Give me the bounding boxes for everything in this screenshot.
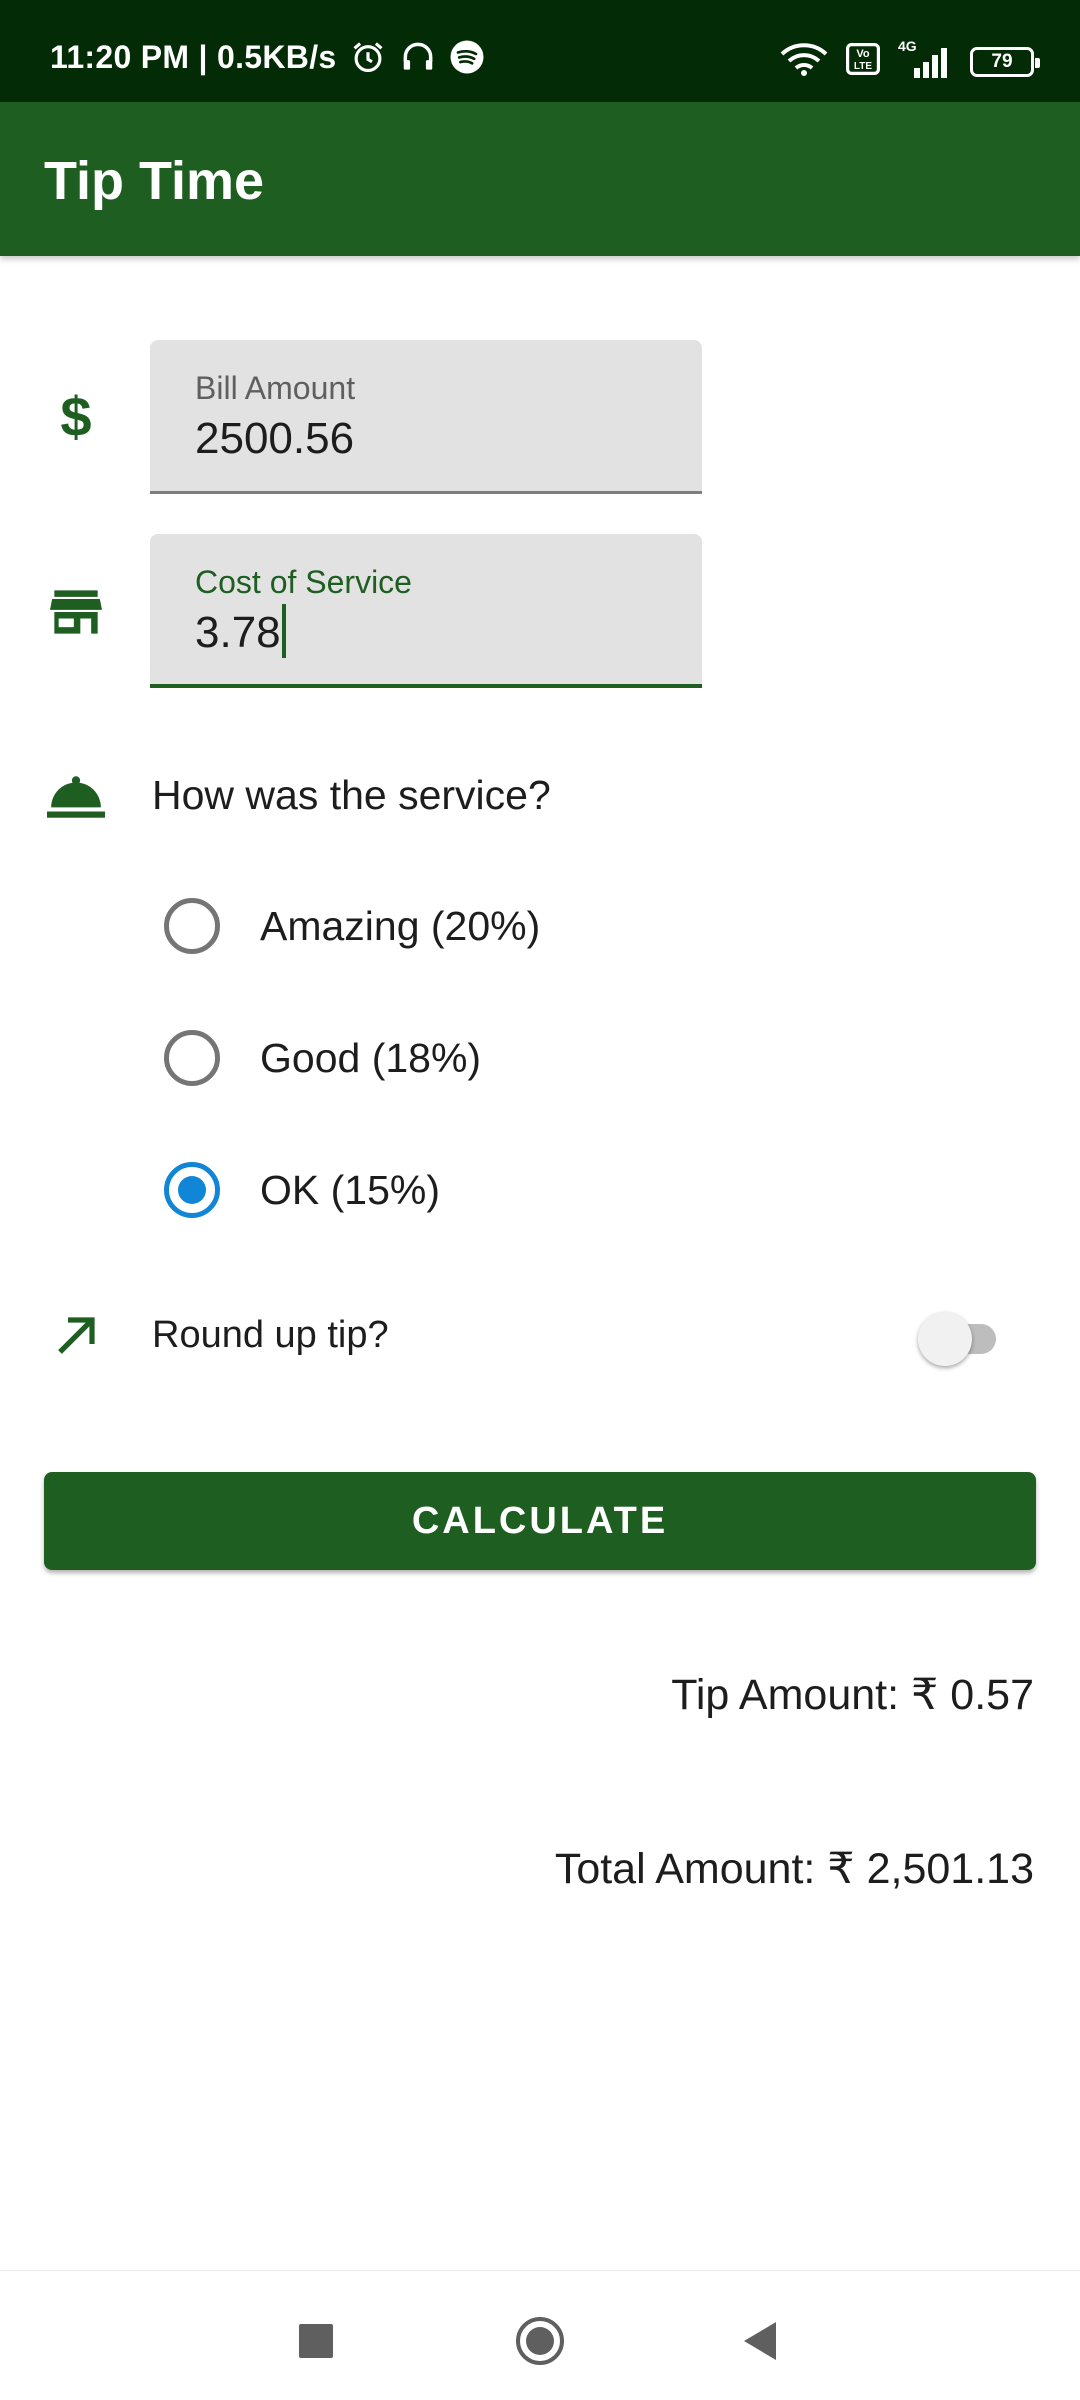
navigation-bar: [0, 2270, 1080, 2400]
arrow-up-right-icon: [44, 1304, 108, 1368]
dollar-icon: $: [44, 384, 108, 448]
status-right: Vo LTE 4G 79: [780, 38, 1040, 81]
square-icon: [299, 2324, 333, 2358]
headphones-icon: [399, 38, 437, 76]
radio-button[interactable]: [164, 1030, 220, 1086]
svg-text:Vo: Vo: [856, 48, 870, 60]
service-question: How was the service?: [152, 772, 551, 818]
wifi-icon: [780, 42, 828, 81]
status-bar: 11:20 PM | 0.5KB/s Vo LTE 4G 79: [0, 0, 1080, 102]
back-button[interactable]: [730, 2311, 790, 2371]
app-bar: Tip Time: [0, 102, 1080, 256]
radio-label: Good (18%): [260, 1034, 482, 1081]
cost-of-service-value: 3.78: [195, 608, 281, 657]
round-up-label: Round up tip?: [152, 1314, 389, 1356]
round-up-switch[interactable]: [918, 1312, 1004, 1366]
status-time: 11:20 PM | 0.5KB/s: [50, 38, 337, 75]
bill-amount-label: Bill Amount: [195, 370, 356, 406]
room-service-icon: [44, 765, 108, 829]
network-type: 4G: [898, 37, 917, 54]
cost-of-service-label: Cost of Service: [195, 564, 412, 600]
radio-button[interactable]: [164, 898, 220, 954]
radio-ok[interactable]: OK (15%): [164, 1162, 440, 1218]
home-circle-icon: [516, 2317, 564, 2365]
radio-good[interactable]: Good (18%): [164, 1030, 481, 1086]
back-triangle-icon: [744, 2322, 776, 2360]
tip-amount: Tip Amount: ₹ 0.57: [671, 1671, 1034, 1719]
total-amount: Total Amount: ₹ 2,501.13: [554, 1845, 1034, 1893]
signal-icon: 4G: [898, 38, 952, 78]
store-icon: [44, 580, 108, 644]
switch-thumb[interactable]: [918, 1312, 972, 1366]
radio-amazing[interactable]: Amazing (20%): [164, 898, 540, 954]
radio-label: OK (15%): [260, 1166, 440, 1213]
calculate-button[interactable]: CALCULATE: [44, 1472, 1036, 1570]
alarm-icon: [349, 38, 387, 76]
radio-label: Amazing (20%): [260, 902, 541, 949]
recents-button[interactable]: [286, 2311, 346, 2371]
app-title: Tip Time: [44, 151, 265, 211]
cost-of-service-input[interactable]: 3.78: [195, 604, 655, 662]
text-cursor: [281, 604, 286, 659]
battery-icon: 79: [970, 46, 1040, 77]
bill-amount-input[interactable]: 2500.56: [195, 414, 655, 464]
cost-of-service-field[interactable]: Cost of Service 3.78: [150, 534, 702, 688]
svg-text:$: $: [60, 388, 91, 444]
status-left: 11:20 PM | 0.5KB/s: [50, 38, 485, 76]
bill-amount-field[interactable]: Bill Amount 2500.56: [150, 340, 702, 494]
spotify-icon: [449, 39, 485, 75]
svg-text:LTE: LTE: [854, 61, 872, 72]
volte-icon: Vo LTE: [846, 43, 880, 80]
battery-level: 79: [991, 50, 1013, 72]
radio-button[interactable]: [164, 1162, 220, 1218]
home-button[interactable]: [510, 2311, 570, 2371]
